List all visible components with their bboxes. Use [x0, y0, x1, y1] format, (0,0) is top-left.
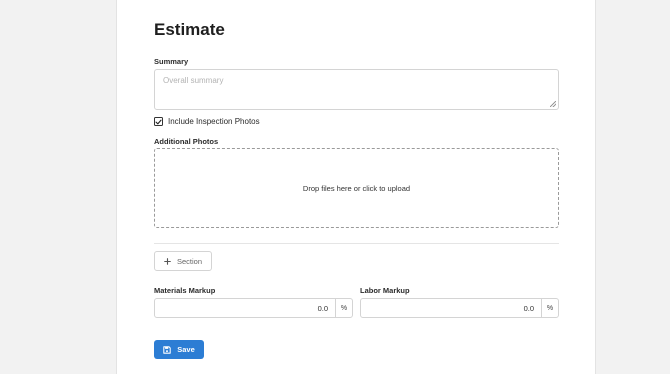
materials-markup-input[interactable] [155, 299, 335, 317]
summary-label: Summary [154, 57, 189, 66]
floppy-disk-icon [163, 345, 171, 354]
percent-addon: % [335, 299, 352, 317]
labor-markup-input[interactable] [361, 299, 541, 317]
percent-addon: % [541, 299, 558, 317]
add-section-button[interactable]: Section [154, 251, 212, 271]
divider [154, 243, 559, 244]
resize-handle-icon[interactable] [550, 101, 556, 107]
add-section-label: Section [176, 256, 203, 266]
page-title: Estimate [154, 20, 225, 39]
include-photos-label[interactable]: Include Inspection Photos [168, 117, 260, 126]
include-photos-checkbox[interactable] [154, 117, 163, 126]
save-label: Save [177, 345, 195, 354]
labor-markup-group: % [360, 298, 559, 318]
labor-markup-label: Labor Markup [360, 286, 410, 295]
save-button[interactable]: Save [154, 340, 204, 359]
additional-photos-label: Additional Photos [154, 137, 219, 146]
photo-upload-dropzone[interactable]: Drop files here or click to upload [154, 148, 559, 228]
dropzone-text: Drop files here or click to upload [302, 183, 411, 193]
estimate-form-card: Estimate Summary Include Inspection Phot… [116, 0, 596, 374]
materials-markup-label: Materials Markup [154, 286, 216, 295]
materials-markup-group: % [154, 298, 353, 318]
include-photos-row[interactable]: Include Inspection Photos [154, 117, 260, 126]
checkmark-icon [155, 119, 162, 124]
plus-icon [164, 257, 171, 265]
summary-field-wrapper [154, 69, 559, 110]
summary-textarea[interactable] [155, 70, 558, 109]
